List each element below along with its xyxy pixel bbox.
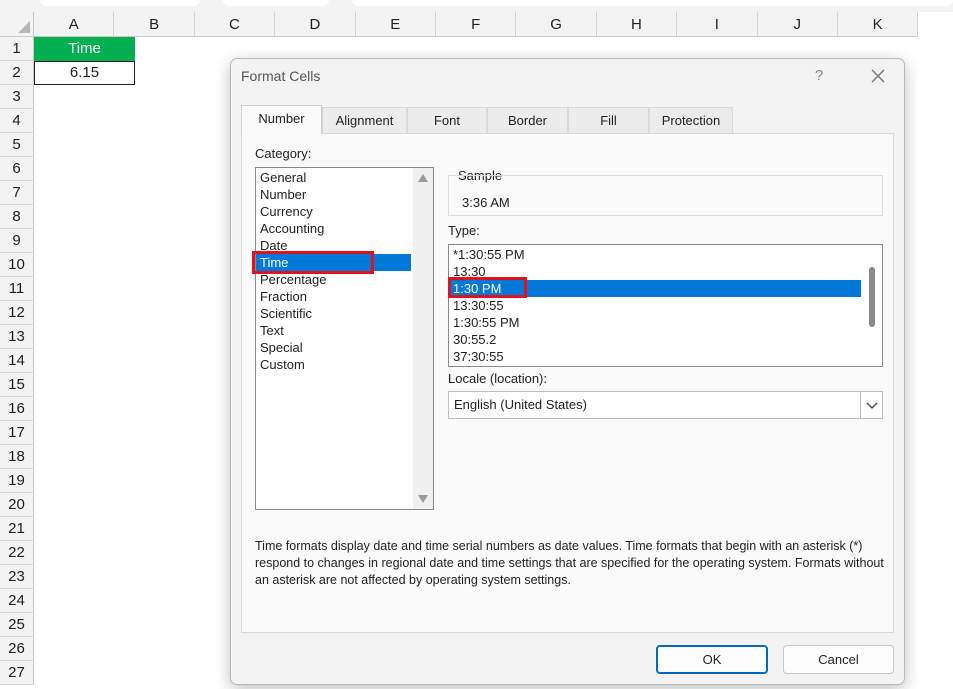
- category-item-fraction[interactable]: Fraction: [260, 288, 307, 305]
- row-header[interactable]: 14: [0, 349, 34, 373]
- format-description: Time formats display date and time seria…: [255, 539, 884, 587]
- type-item[interactable]: 37:30:55: [453, 348, 504, 365]
- dialog-title: Format Cells: [241, 68, 321, 84]
- ribbon-tab-stub: [223, 0, 329, 6]
- type-scrollbar-thumb[interactable]: [869, 267, 875, 327]
- column-header-e[interactable]: E: [355, 12, 436, 37]
- column-header-g[interactable]: G: [516, 12, 597, 37]
- locale-label: Locale (location):: [448, 371, 547, 386]
- tab-number[interactable]: Number: [241, 105, 322, 134]
- category-item-special[interactable]: Special: [260, 339, 303, 356]
- row-header[interactable]: 10: [0, 253, 34, 277]
- category-item-text[interactable]: Text: [260, 322, 284, 339]
- type-item[interactable]: 30:55.2: [453, 331, 496, 348]
- row-header[interactable]: 9: [0, 229, 34, 253]
- type-list[interactable]: *1:30:55 PM 13:30 1:30 PM 13:30:55 1:30:…: [448, 244, 883, 367]
- row-header[interactable]: 13: [0, 325, 34, 349]
- type-item[interactable]: 1:30:55 PM: [453, 314, 520, 331]
- row-header[interactable]: 16: [0, 397, 34, 421]
- column-header-d[interactable]: D: [275, 12, 356, 37]
- ribbon-tab-stub: [40, 0, 200, 6]
- row-header[interactable]: 21: [0, 517, 34, 541]
- category-item-number[interactable]: Number: [260, 186, 306, 203]
- row-header[interactable]: 17: [0, 421, 34, 445]
- ok-button[interactable]: OK: [656, 645, 768, 674]
- category-list[interactable]: General Number Currency Accounting Date …: [255, 167, 434, 510]
- column-header-b[interactable]: B: [114, 12, 195, 37]
- column-header-i[interactable]: I: [677, 12, 758, 37]
- close-button[interactable]: [867, 65, 889, 87]
- row-header[interactable]: 24: [0, 589, 34, 613]
- cell-a1[interactable]: Time: [34, 37, 135, 61]
- locale-value: English (United States): [454, 397, 587, 412]
- column-header-h[interactable]: H: [596, 12, 678, 37]
- row-header[interactable]: 4: [0, 109, 34, 133]
- row-header[interactable]: 6: [0, 157, 34, 181]
- row-header[interactable]: 25: [0, 613, 34, 637]
- category-item-general[interactable]: General: [260, 169, 306, 186]
- locale-select[interactable]: English (United States): [448, 391, 883, 419]
- time-highlight-box: [252, 251, 374, 274]
- column-headers: A B C D E F G H I J K: [34, 12, 919, 37]
- row-header[interactable]: 27: [0, 661, 34, 685]
- format-cells-dialog: Format Cells ? Number Alignment Font Bor…: [230, 58, 905, 685]
- row-header[interactable]: 7: [0, 181, 34, 205]
- cell-a2[interactable]: 6.15: [34, 61, 135, 85]
- row-header[interactable]: 2: [0, 61, 34, 85]
- category-scrollbar[interactable]: [413, 168, 433, 509]
- locale-dropdown-button[interactable]: [860, 392, 882, 418]
- type-item[interactable]: 13:30:55: [453, 297, 504, 314]
- tab-border[interactable]: Border: [487, 107, 568, 133]
- row-header[interactable]: 3: [0, 85, 34, 109]
- row-header[interactable]: 20: [0, 493, 34, 517]
- chevron-down-icon: [866, 402, 878, 409]
- scroll-down-arrow-icon[interactable]: [418, 495, 428, 503]
- tab-font[interactable]: Font: [407, 107, 487, 133]
- column-header-f[interactable]: F: [435, 12, 517, 37]
- row-header[interactable]: 12: [0, 301, 34, 325]
- scroll-up-arrow-icon[interactable]: [418, 174, 428, 182]
- type-item[interactable]: *1:30:55 PM: [453, 246, 525, 263]
- category-item-scientific[interactable]: Scientific: [260, 305, 312, 322]
- row-header[interactable]: 26: [0, 637, 34, 661]
- close-icon: [871, 69, 885, 83]
- column-header-a[interactable]: A: [34, 12, 115, 37]
- row-header[interactable]: 18: [0, 445, 34, 469]
- column-header-j[interactable]: J: [757, 12, 838, 37]
- sample-box: 3:36 AM: [448, 175, 883, 216]
- number-tab-panel: Category: General Number Currency Accoun…: [241, 133, 894, 633]
- type-highlight-box: [448, 277, 527, 298]
- row-header[interactable]: 22: [0, 541, 34, 565]
- category-item-custom[interactable]: Custom: [260, 356, 305, 373]
- row-header[interactable]: 19: [0, 469, 34, 493]
- row-headers: 1 2 3 4 5 6 7 8 9 10 11 12 13 14 15 16 1…: [0, 37, 34, 685]
- tab-fill[interactable]: Fill: [568, 107, 649, 133]
- row-header[interactable]: 5: [0, 133, 34, 157]
- row-header[interactable]: 8: [0, 205, 34, 229]
- help-button[interactable]: ?: [811, 67, 827, 85]
- category-item-accounting[interactable]: Accounting: [260, 220, 324, 237]
- category-item-currency[interactable]: Currency: [260, 203, 313, 220]
- column-header-k[interactable]: K: [837, 12, 919, 37]
- row-header[interactable]: 23: [0, 565, 34, 589]
- cancel-button[interactable]: Cancel: [783, 645, 894, 674]
- tab-protection[interactable]: Protection: [649, 107, 733, 133]
- type-label: Type:: [448, 223, 480, 238]
- select-all-button[interactable]: [0, 12, 34, 37]
- sample-value: 3:36 AM: [462, 195, 510, 210]
- select-all-triangle-icon: [18, 21, 30, 33]
- ribbon-strip: [0, 0, 953, 12]
- row-header[interactable]: 15: [0, 373, 34, 397]
- category-label: Category:: [255, 146, 312, 161]
- ribbon-tab-stub: [352, 0, 953, 6]
- column-header-c[interactable]: C: [194, 12, 276, 37]
- row-header[interactable]: 11: [0, 277, 34, 301]
- row-header[interactable]: 1: [0, 37, 34, 61]
- tab-alignment[interactable]: Alignment: [322, 107, 407, 133]
